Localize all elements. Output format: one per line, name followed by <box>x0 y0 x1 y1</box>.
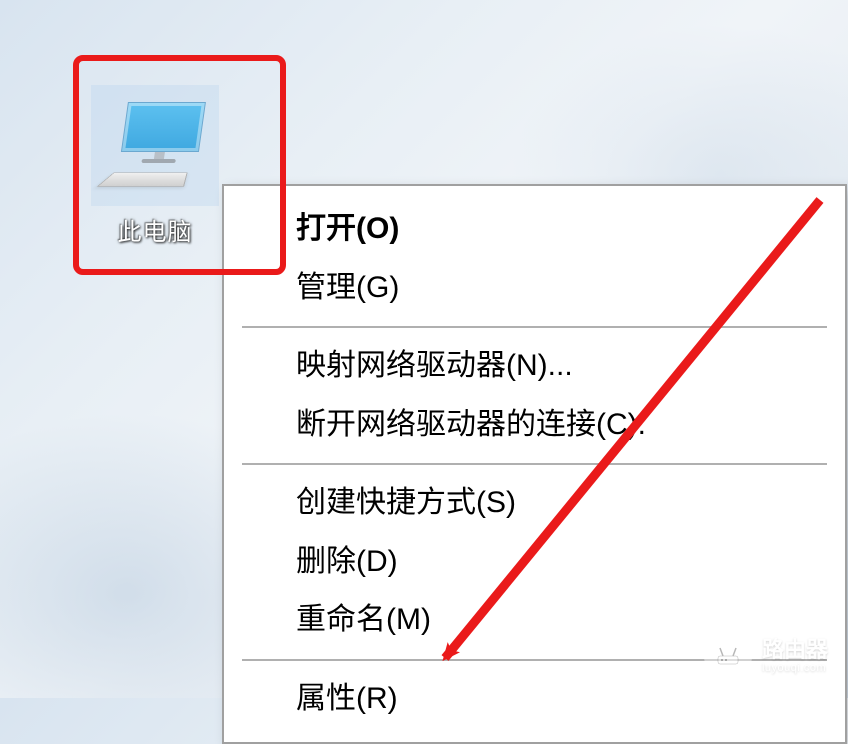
watermark: 路由器 luyouqi.com <box>704 632 828 680</box>
menu-item-create-shortcut[interactable]: 创建快捷方式(S) <box>228 474 841 533</box>
menu-divider <box>242 326 827 328</box>
menu-item-disconnect-network-drive[interactable]: 断开网络驱动器的连接(C). <box>228 396 841 455</box>
menu-item-map-network-drive[interactable]: 映射网络驱动器(N)... <box>228 337 841 396</box>
menu-section-3: 创建快捷方式(S) 删除(D) 重命名(M) <box>228 472 841 652</box>
watermark-router-icon <box>704 632 752 680</box>
desktop-icon-this-pc[interactable]: 此电脑 <box>80 77 230 247</box>
menu-section-1: 打开(O) 管理(G) <box>228 198 841 319</box>
this-pc-icon <box>100 96 210 196</box>
desktop-icon-label: 此电脑 <box>118 212 193 247</box>
menu-divider <box>242 463 827 465</box>
menu-item-manage[interactable]: 管理(G) <box>228 259 841 318</box>
watermark-subtitle: luyouqi.com <box>762 662 828 674</box>
monitor-graphic <box>120 102 206 158</box>
this-pc-icon-selection <box>91 85 219 206</box>
menu-section-2: 映射网络驱动器(N)... 断开网络驱动器的连接(C). <box>228 335 841 456</box>
menu-item-delete[interactable]: 删除(D) <box>228 533 841 592</box>
watermark-text: 路由器 luyouqi.com <box>762 638 828 674</box>
keyboard-graphic <box>97 172 188 186</box>
menu-item-open[interactable]: 打开(O) <box>228 200 841 259</box>
watermark-title: 路由器 <box>762 638 828 662</box>
